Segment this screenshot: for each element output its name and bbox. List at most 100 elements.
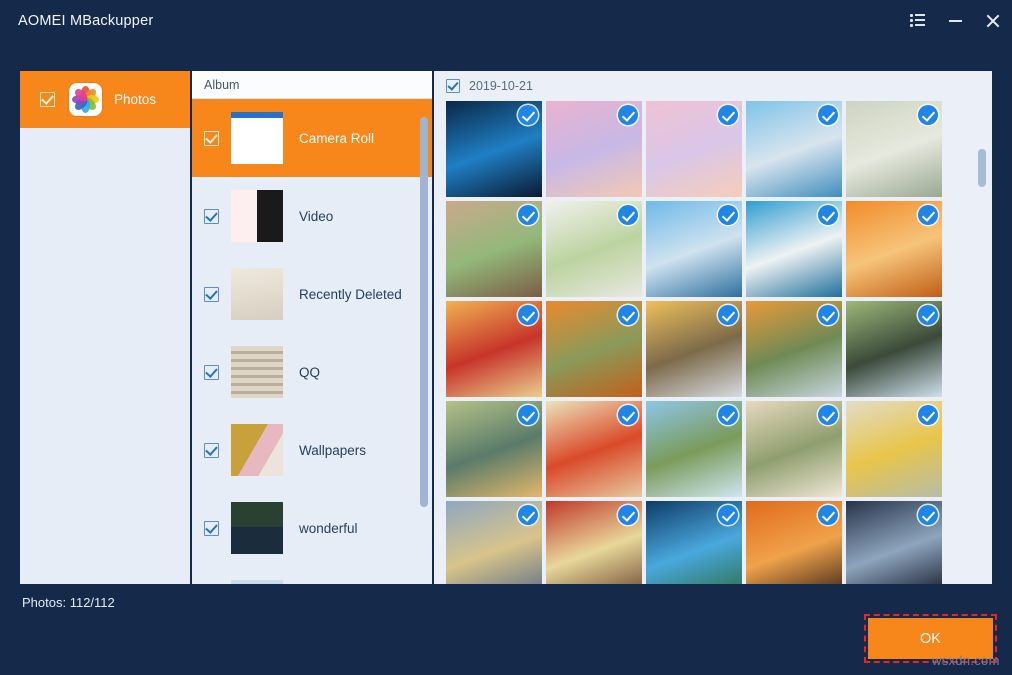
photo-thumbnail[interactable]: [446, 101, 542, 197]
album-row[interactable]: Camera Roll: [192, 99, 432, 177]
photo-selected-check-icon[interactable]: [918, 205, 938, 225]
photo-selected-check-icon[interactable]: [518, 305, 538, 325]
date-group-checkbox[interactable]: [446, 79, 460, 93]
album-checkbox[interactable]: [204, 365, 219, 380]
photo-thumbnail[interactable]: [646, 401, 742, 497]
photo-selected-check-icon[interactable]: [518, 105, 538, 125]
photo-thumbnail[interactable]: [646, 201, 742, 297]
album-checkbox[interactable]: [204, 287, 219, 302]
minimize-button[interactable]: [936, 0, 974, 41]
photo-selected-check-icon[interactable]: [618, 405, 638, 425]
photo-thumbnail[interactable]: [446, 501, 542, 584]
photo-selected-check-icon[interactable]: [818, 305, 838, 325]
photo-selected-check-icon[interactable]: [618, 305, 638, 325]
album-checkbox[interactable]: [204, 131, 219, 146]
title-bar: AOMEI MBackupper: [0, 0, 1012, 41]
main-content: Photos Album Camera Roll Video Recently De…: [20, 71, 992, 584]
photo-thumbnail[interactable]: [446, 301, 542, 397]
sidebar-item-label: Photos: [114, 92, 156, 107]
album-thumbnail: [231, 502, 283, 554]
photo-thumbnail[interactable]: [646, 101, 742, 197]
photo-selected-check-icon[interactable]: [618, 105, 638, 125]
photo-grid: [434, 101, 992, 584]
album-checkbox[interactable]: [204, 443, 219, 458]
photo-selected-check-icon[interactable]: [918, 505, 938, 525]
album-label: Video: [299, 209, 333, 224]
photo-selected-check-icon[interactable]: [718, 105, 738, 125]
photo-thumbnail[interactable]: [846, 201, 942, 297]
album-thumbnail: [231, 424, 283, 476]
photo-selected-check-icon[interactable]: [518, 505, 538, 525]
photo-selected-check-icon[interactable]: [618, 505, 638, 525]
list-view-icon[interactable]: [898, 0, 936, 41]
photo-thumbnail[interactable]: [646, 301, 742, 397]
photo-thumbnail[interactable]: [546, 401, 642, 497]
photos-count-label: Photos: 112/112: [22, 595, 115, 610]
status-bar: Photos: 112/112: [0, 584, 1012, 675]
album-label: Recently Deleted: [299, 287, 402, 302]
photo-thumbnail[interactable]: [746, 501, 842, 584]
photo-thumbnail[interactable]: [546, 301, 642, 397]
close-button[interactable]: [974, 0, 1012, 41]
photo-selected-check-icon[interactable]: [818, 405, 838, 425]
window-controls: [898, 0, 1012, 41]
date-group-header[interactable]: 2019-10-21: [434, 71, 992, 101]
photo-thumbnail[interactable]: [846, 101, 942, 197]
album-scrollbar-thumb[interactable]: [420, 117, 428, 507]
photo-grid-panel: 2019-10-21: [434, 71, 992, 584]
photo-thumbnail[interactable]: [546, 101, 642, 197]
album-row[interactable]: Wallpapers: [192, 411, 432, 489]
album-thumbnail: [231, 112, 283, 164]
album-row[interactable]: Video: [192, 177, 432, 255]
album-panel: Album Camera Roll Video Recently Deleted QQ…: [192, 71, 432, 584]
photo-selected-check-icon[interactable]: [918, 405, 938, 425]
album-checkbox[interactable]: [204, 209, 219, 224]
photo-thumbnail[interactable]: [746, 301, 842, 397]
album-row[interactable]: [192, 567, 432, 584]
photo-selected-check-icon[interactable]: [818, 105, 838, 125]
photo-selected-check-icon[interactable]: [718, 405, 738, 425]
photo-thumbnail[interactable]: [746, 101, 842, 197]
photo-selected-check-icon[interactable]: [518, 205, 538, 225]
photo-thumbnail[interactable]: [846, 401, 942, 497]
date-group-label: 2019-10-21: [469, 79, 533, 93]
photo-grid-scrollbar-thumb[interactable]: [978, 149, 986, 187]
album-row[interactable]: wonderful: [192, 489, 432, 567]
sidebar-item-photos[interactable]: Photos: [20, 71, 190, 128]
app-window: AOMEI MBackupper: [0, 0, 1012, 675]
list-glyph: [910, 14, 925, 27]
photo-thumbnail[interactable]: [546, 201, 642, 297]
photo-selected-check-icon[interactable]: [718, 305, 738, 325]
album-checkbox[interactable]: [204, 521, 219, 536]
photo-thumbnail[interactable]: [646, 501, 742, 584]
photo-selected-check-icon[interactable]: [918, 105, 938, 125]
minimize-icon: [949, 20, 962, 22]
album-thumbnail: [231, 190, 283, 242]
album-label: wonderful: [299, 521, 358, 536]
photo-thumbnail[interactable]: [846, 501, 942, 584]
album-list: Camera Roll Video Recently Deleted QQ Wallpa…: [192, 99, 432, 584]
photo-thumbnail[interactable]: [846, 301, 942, 397]
photo-thumbnail[interactable]: [446, 201, 542, 297]
album-row[interactable]: QQ: [192, 333, 432, 411]
photo-selected-check-icon[interactable]: [618, 205, 638, 225]
photo-thumbnail[interactable]: [746, 401, 842, 497]
source-sidebar: Photos: [20, 71, 190, 584]
photo-selected-check-icon[interactable]: [718, 505, 738, 525]
photo-thumbnail[interactable]: [546, 501, 642, 584]
photos-checkbox[interactable]: [40, 92, 55, 107]
photo-selected-check-icon[interactable]: [918, 305, 938, 325]
photo-selected-check-icon[interactable]: [718, 205, 738, 225]
photo-selected-check-icon[interactable]: [518, 405, 538, 425]
photo-thumbnail[interactable]: [746, 201, 842, 297]
album-row[interactable]: Recently Deleted: [192, 255, 432, 333]
app-title: AOMEI MBackupper: [18, 13, 153, 29]
album-label: QQ: [299, 365, 320, 380]
photo-selected-check-icon[interactable]: [818, 505, 838, 525]
photo-thumbnail[interactable]: [446, 401, 542, 497]
close-icon: [986, 14, 1000, 28]
album-column-header: Album: [192, 71, 432, 99]
photo-selected-check-icon[interactable]: [818, 205, 838, 225]
album-thumbnail: [231, 268, 283, 320]
watermark: wsxdn.com: [932, 653, 1000, 668]
